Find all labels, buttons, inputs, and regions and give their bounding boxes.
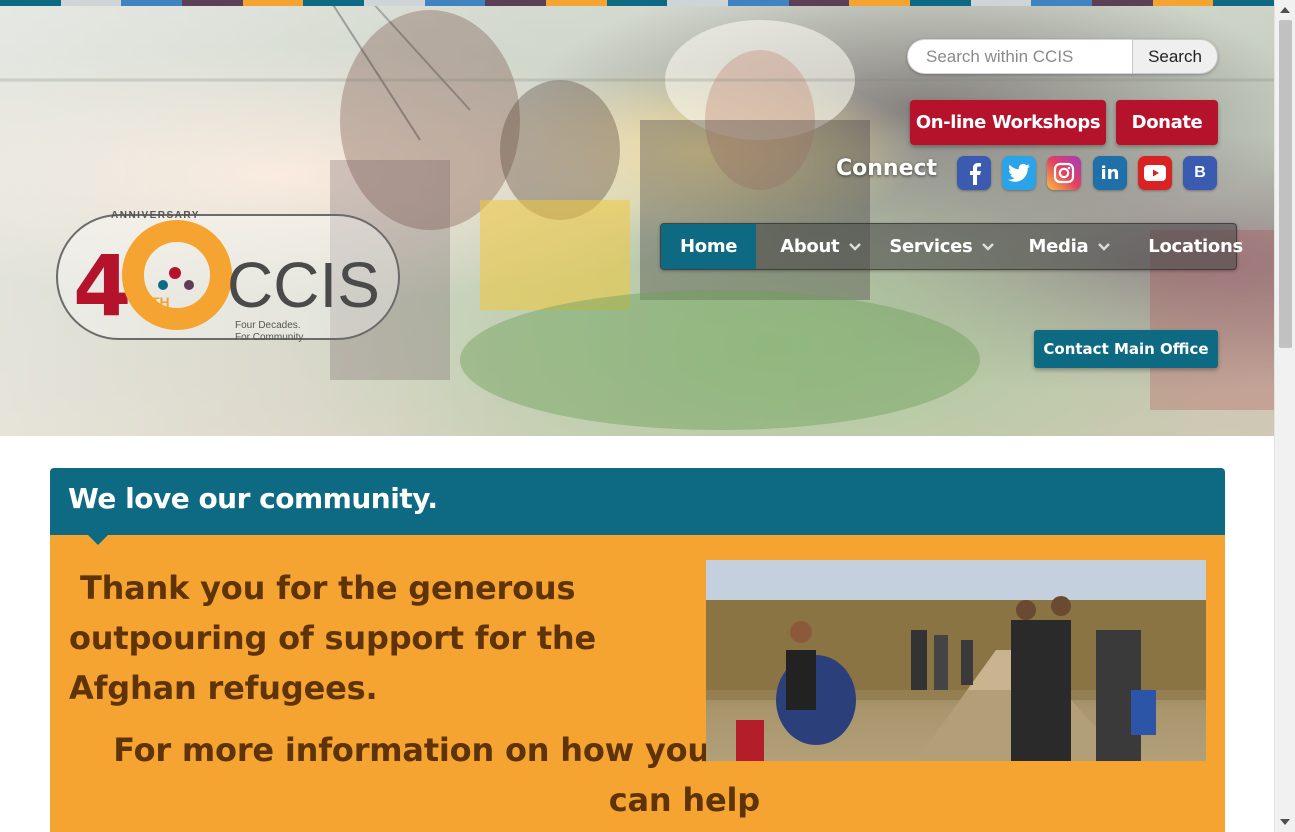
blog-icon[interactable]: B xyxy=(1183,156,1217,190)
blog-glyph: B xyxy=(1194,164,1206,181)
stripe-segment xyxy=(970,0,1032,6)
scrollbar-thumb[interactable] xyxy=(1279,20,1292,348)
panel-body: Thank you for the generous outpouring of… xyxy=(50,535,1225,832)
stripe-segment xyxy=(242,0,304,6)
twitter-glyph xyxy=(1008,163,1030,182)
more-info-line-2[interactable]: can help xyxy=(50,775,760,825)
nav-item-about[interactable]: About xyxy=(756,224,875,269)
contact-main-office-button[interactable]: Contact Main Office xyxy=(1034,330,1218,368)
panel-title: We love our community. xyxy=(68,482,438,515)
main-nav: Home About Services Media Locations xyxy=(660,223,1243,270)
stripe-segment xyxy=(1152,0,1214,6)
stripe-segment xyxy=(182,0,243,6)
page-viewport: ANNIVERSARY 4 TH CCIS Four Decades. For … xyxy=(0,0,1274,832)
online-workshops-button[interactable]: On-line Workshops xyxy=(910,100,1106,145)
scroll-up-arrow-icon[interactable] xyxy=(1280,7,1290,13)
ccis-40th-logo[interactable]: ANNIVERSARY 4 TH CCIS Four Decades. For … xyxy=(55,207,401,343)
chevron-down-icon xyxy=(849,242,862,251)
stripe-segment xyxy=(303,0,365,6)
vertical-scrollbar[interactable] xyxy=(1274,0,1295,832)
stripe-segment xyxy=(1213,0,1274,6)
stripe-segment xyxy=(606,0,668,6)
nav-item-media[interactable]: Media xyxy=(1008,224,1124,269)
logo-graphic: ANNIVERSARY 4 TH CCIS Four Decades. For … xyxy=(56,210,400,343)
nav-item-home[interactable]: Home xyxy=(661,224,757,269)
linkedin-glyph: in xyxy=(1100,162,1120,184)
stripe-segment xyxy=(910,0,971,6)
stripe-segment xyxy=(424,0,486,6)
chevron-down-icon xyxy=(1098,242,1111,251)
nav-label: Home xyxy=(680,236,738,257)
top-color-stripe xyxy=(0,0,1274,6)
logo-tagline-2: For Community. xyxy=(235,332,305,343)
logo-anniversary: ANNIVERSARY xyxy=(111,210,200,221)
more-info-text: For more information on how you can help xyxy=(50,725,760,825)
stripe-segment xyxy=(364,0,425,6)
scroll-down-arrow-icon[interactable] xyxy=(1280,819,1290,825)
search-button[interactable]: Search xyxy=(1132,39,1218,74)
youtube-glyph xyxy=(1144,165,1166,181)
panel-header-notch xyxy=(87,534,109,545)
stripe-segment xyxy=(728,0,789,6)
chevron-down-icon xyxy=(982,242,995,251)
stripe-segment xyxy=(485,0,547,6)
twitter-icon[interactable] xyxy=(1002,156,1036,190)
stripe-segment xyxy=(667,0,729,6)
stripe-segment xyxy=(0,0,61,6)
nav-label: Services xyxy=(889,236,973,257)
thank-you-message: Thank you for the generous outpouring of… xyxy=(69,569,597,707)
logo-number-four: 4 xyxy=(73,237,131,335)
stripe-segment xyxy=(788,0,850,6)
stripe-segment xyxy=(60,0,122,6)
stripe-segment xyxy=(546,0,607,6)
donate-button[interactable]: Donate xyxy=(1116,100,1218,145)
stripe-segment xyxy=(849,0,911,6)
nav-label: Locations xyxy=(1148,236,1243,257)
youtube-icon[interactable] xyxy=(1138,156,1172,190)
logo-name: CCIS xyxy=(227,249,380,321)
nav-item-locations[interactable]: Locations xyxy=(1124,224,1257,269)
refugees-photo-shapes xyxy=(706,560,1206,761)
search-input[interactable] xyxy=(907,39,1132,74)
nav-label: Media xyxy=(1028,236,1089,257)
panel-header: We love our community. xyxy=(50,468,1225,535)
site-search: Search xyxy=(907,39,1218,74)
connect-label: Connect xyxy=(836,156,938,181)
instagram-glyph xyxy=(1053,162,1075,184)
instagram-icon[interactable] xyxy=(1047,156,1081,190)
facebook-glyph xyxy=(970,163,981,185)
stripe-segment xyxy=(1092,0,1153,6)
linkedin-icon[interactable]: in xyxy=(1093,156,1127,190)
logo-suffix: TH xyxy=(151,294,170,310)
logo-tagline-1: Four Decades. xyxy=(235,320,301,331)
nav-label: About xyxy=(780,236,840,257)
stripe-segment xyxy=(1031,0,1093,6)
refugees-photo xyxy=(706,560,1206,761)
more-info-line-1: For more information on how you xyxy=(113,731,710,769)
nav-item-services[interactable]: Services xyxy=(875,224,1008,269)
stripe-segment xyxy=(121,0,183,6)
facebook-icon[interactable] xyxy=(957,156,991,190)
